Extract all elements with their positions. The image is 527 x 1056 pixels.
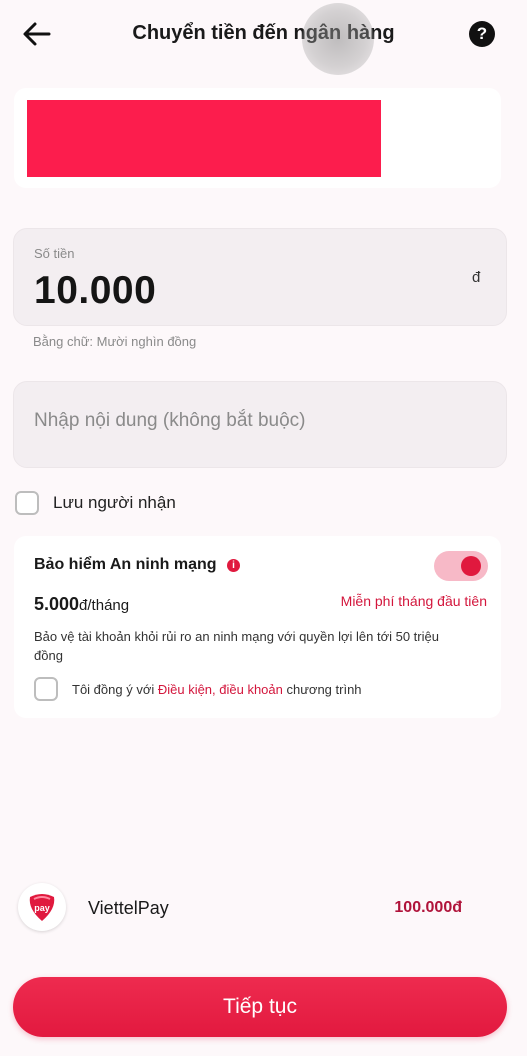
page-title: Chuyển tiền đến ngân hàng xyxy=(132,22,395,44)
amount-label: Số tiền xyxy=(34,246,75,261)
save-recipient-checkbox[interactable] xyxy=(15,491,39,515)
payment-source-name: ViettelPay xyxy=(88,898,169,918)
viettelpay-logo: pay xyxy=(18,883,66,931)
insurance-description: Bảo vệ tài khoản khỏi rủi ro an ninh mạn… xyxy=(34,629,439,663)
currency-symbol: đ xyxy=(472,269,481,286)
touch-indicator xyxy=(302,3,374,75)
insurance-title: Bảo hiểm An ninh mạng xyxy=(34,556,217,573)
insurance-price: 5.000 đ/tháng xyxy=(34,594,129,615)
transfer-to-bank-screen: Chuyển tiền đến ngân hàng ? Số tiền 10.0… xyxy=(0,0,527,1056)
agree-terms-checkbox[interactable] xyxy=(34,677,58,701)
agree-suffix: chương trình xyxy=(282,681,362,697)
insurance-price-amount: 5.000 xyxy=(34,594,80,614)
header: Chuyển tiền đến ngân hàng ? xyxy=(0,0,527,75)
continue-button[interactable]: Tiếp tục xyxy=(13,977,507,1037)
toggle-knob xyxy=(461,556,481,576)
viettelpay-logo-text: pay xyxy=(34,903,50,913)
payment-source-row[interactable]: pay ViettelPay 100.000đ xyxy=(18,883,498,933)
terms-link[interactable]: Điều kiện, điều khoản xyxy=(158,682,283,697)
amount-field[interactable]: Số tiền 10.000 đ xyxy=(13,228,507,326)
insurance-toggle[interactable] xyxy=(434,551,488,581)
payment-source-balance: 100.000đ xyxy=(394,899,462,916)
info-symbol: i xyxy=(232,560,235,571)
content-input[interactable]: Nhập nội dung (không bắt buộc) xyxy=(13,381,507,468)
question-mark-icon: ? xyxy=(476,24,488,43)
amount-value[interactable]: 10.000 xyxy=(34,269,156,313)
agree-prefix: Tôi đồng ý với xyxy=(72,681,158,697)
viettelpay-logo-icon: pay xyxy=(29,894,55,921)
amount-in-words: Bằng chữ: Mười nghìn đồng xyxy=(33,334,197,349)
insurance-agree-row: Tôi đồng ý với Điều kiện, điều khoản chư… xyxy=(34,675,362,703)
free-first-month-note: Miễn phí tháng đầu tiên xyxy=(340,593,487,609)
save-recipient-row[interactable]: Lưu người nhận xyxy=(15,489,176,517)
insurance-card: Bảo hiểm An ninh mạng i 5.000 đ/tháng Mi… xyxy=(14,536,501,718)
help-button[interactable]: ? xyxy=(469,21,495,47)
content-placeholder: Nhập nội dung (không bắt buộc) xyxy=(34,410,306,431)
agree-terms-text: Tôi đồng ý với Điều kiện, điều khoản chư… xyxy=(72,682,362,697)
recipient-redaction xyxy=(27,100,381,177)
save-recipient-label: Lưu người nhận xyxy=(53,493,176,512)
insurance-price-unit: đ/tháng xyxy=(79,597,130,614)
recipient-card xyxy=(14,88,501,188)
info-icon[interactable]: i xyxy=(227,559,240,572)
